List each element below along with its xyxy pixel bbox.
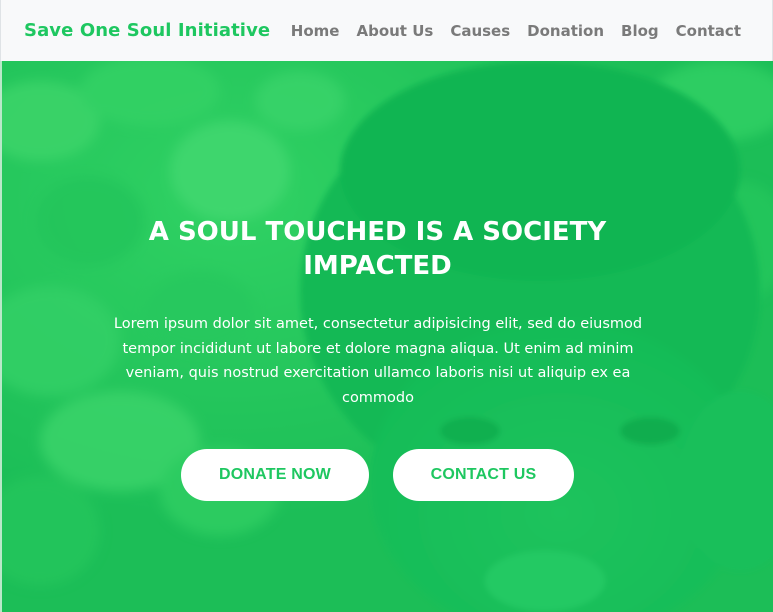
nav-link-about-us[interactable]: About Us: [356, 22, 433, 40]
page: Save One Soul Initiative Home About Us C…: [0, 0, 773, 612]
page-left-edge: [0, 61, 2, 612]
brand-logo-link[interactable]: Save One Soul Initiative: [24, 20, 270, 41]
nav-link-home[interactable]: Home: [291, 22, 340, 40]
hero-description: Lorem ipsum dolor sit amet, consectetur …: [113, 316, 643, 406]
nav-link-donation[interactable]: Donation: [527, 22, 604, 40]
contact-us-button[interactable]: CONTACT US: [393, 449, 574, 501]
hero-title: A SOUL TOUCHED IS A SOCIETY IMPACTED: [148, 217, 607, 281]
navbar: Save One Soul Initiative Home About Us C…: [0, 0, 773, 61]
nav-link-contact[interactable]: Contact: [676, 22, 741, 40]
hero-content: A SOUL TOUCHED IS A SOCIETY IMPACTED Lor…: [0, 61, 773, 612]
donate-now-button[interactable]: DONATE NOW: [181, 449, 369, 501]
nav-link-blog[interactable]: Blog: [621, 22, 659, 40]
nav-menu: Home About Us Causes Donation Blog Conta…: [291, 22, 741, 40]
hero-section: A SOUL TOUCHED IS A SOCIETY IMPACTED Lor…: [0, 61, 773, 612]
nav-link-causes[interactable]: Causes: [450, 22, 510, 40]
